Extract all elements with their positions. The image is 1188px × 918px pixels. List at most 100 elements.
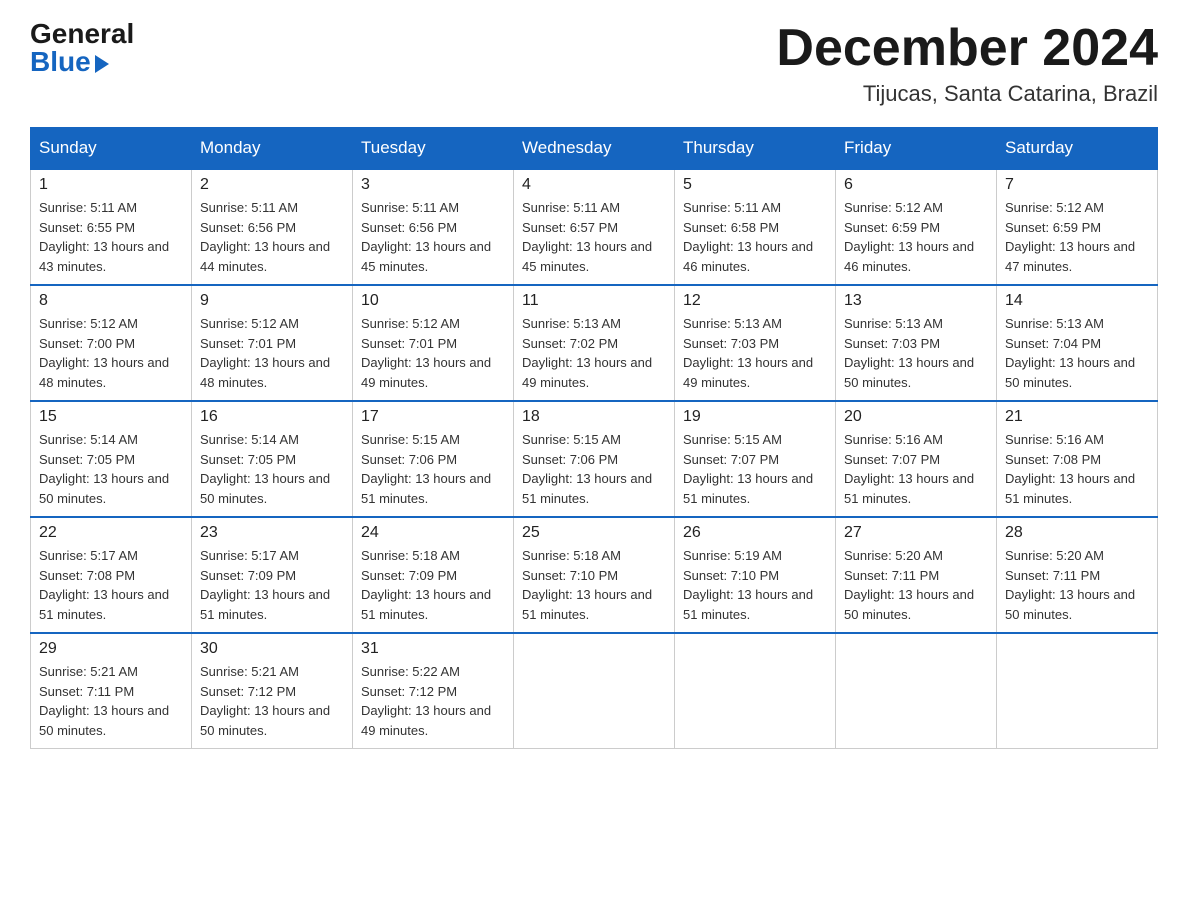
day-number: 22 [39, 524, 183, 542]
day-cell [675, 633, 836, 749]
logo-blue-text: Blue [30, 48, 109, 76]
day-info: Sunrise: 5:11 AMSunset: 6:55 PMDaylight:… [39, 198, 183, 276]
day-number: 13 [844, 292, 988, 310]
day-number: 26 [683, 524, 827, 542]
day-cell: 2 Sunrise: 5:11 AMSunset: 6:56 PMDaylight… [192, 169, 353, 285]
day-number: 20 [844, 408, 988, 426]
day-cell: 14Sunrise: 5:13 AMSunset: 7:04 PMDayligh… [997, 285, 1158, 401]
day-cell: 7 Sunrise: 5:12 AMSunset: 6:59 PMDaylight… [997, 169, 1158, 285]
weekday-header-wednesday: Wednesday [514, 128, 675, 170]
day-info: Sunrise: 5:12 AMSunset: 7:01 PMDaylight:… [361, 314, 505, 392]
day-number: 15 [39, 408, 183, 426]
weekday-header-thursday: Thursday [675, 128, 836, 170]
day-number: 7 [1005, 176, 1149, 194]
day-info: Sunrise: 5:11 AMSunset: 6:57 PMDaylight:… [522, 198, 666, 276]
day-cell: 15 Sunrise: 5:14 AMSunset: 7:05 PMDayligh… [31, 401, 192, 517]
day-info: Sunrise: 5:16 AMSunset: 7:08 PMDaylight:… [1005, 430, 1149, 508]
day-number: 30 [200, 640, 344, 658]
day-number: 18 [522, 408, 666, 426]
day-info: Sunrise: 5:20 AMSunset: 7:11 PMDaylight:… [1005, 546, 1149, 624]
month-title: December 2024 [776, 20, 1158, 77]
day-info: Sunrise: 5:12 AMSunset: 7:01 PMDaylight:… [200, 314, 344, 392]
day-info: Sunrise: 5:19 AMSunset: 7:10 PMDaylight:… [683, 546, 827, 624]
day-number: 9 [200, 292, 344, 310]
day-number: 1 [39, 176, 183, 194]
day-number: 6 [844, 176, 988, 194]
weekday-header-monday: Monday [192, 128, 353, 170]
day-cell: 28 Sunrise: 5:20 AMSunset: 7:11 PMDayligh… [997, 517, 1158, 633]
day-cell: 12 Sunrise: 5:13 AMSunset: 7:03 PMDayligh… [675, 285, 836, 401]
day-cell [997, 633, 1158, 749]
day-info: Sunrise: 5:22 AMSunset: 7:12 PMDaylight:… [361, 662, 505, 740]
day-number: 14 [1005, 292, 1149, 310]
day-cell: 4Sunrise: 5:11 AMSunset: 6:57 PMDaylight… [514, 169, 675, 285]
day-cell: 24 Sunrise: 5:18 AMSunset: 7:09 PMDayligh… [353, 517, 514, 633]
day-cell [514, 633, 675, 749]
day-number: 25 [522, 524, 666, 542]
day-info: Sunrise: 5:21 AMSunset: 7:11 PMDaylight:… [39, 662, 183, 740]
logo: General Blue [30, 20, 134, 76]
day-info: Sunrise: 5:15 AMSunset: 7:07 PMDaylight:… [683, 430, 827, 508]
day-cell: 20Sunrise: 5:16 AMSunset: 7:07 PMDayligh… [836, 401, 997, 517]
day-cell: 23Sunrise: 5:17 AMSunset: 7:09 PMDayligh… [192, 517, 353, 633]
day-info: Sunrise: 5:14 AMSunset: 7:05 PMDaylight:… [200, 430, 344, 508]
day-number: 11 [522, 292, 666, 310]
logo-arrow-icon [95, 55, 109, 73]
day-number: 16 [200, 408, 344, 426]
day-cell: 26 Sunrise: 5:19 AMSunset: 7:10 PMDayligh… [675, 517, 836, 633]
day-cell: 1 Sunrise: 5:11 AMSunset: 6:55 PMDaylight… [31, 169, 192, 285]
day-cell: 13 Sunrise: 5:13 AMSunset: 7:03 PMDayligh… [836, 285, 997, 401]
day-info: Sunrise: 5:13 AMSunset: 7:03 PMDaylight:… [683, 314, 827, 392]
day-cell: 30 Sunrise: 5:21 AMSunset: 7:12 PMDayligh… [192, 633, 353, 749]
day-info: Sunrise: 5:14 AMSunset: 7:05 PMDaylight:… [39, 430, 183, 508]
day-number: 28 [1005, 524, 1149, 542]
day-number: 31 [361, 640, 505, 658]
day-cell: 18 Sunrise: 5:15 AMSunset: 7:06 PMDayligh… [514, 401, 675, 517]
day-info: Sunrise: 5:21 AMSunset: 7:12 PMDaylight:… [200, 662, 344, 740]
day-cell: 3 Sunrise: 5:11 AMSunset: 6:56 PMDaylight… [353, 169, 514, 285]
day-info: Sunrise: 5:11 AMSunset: 6:56 PMDaylight:… [200, 198, 344, 276]
title-area: December 2024 Tijucas, Santa Catarina, B… [776, 20, 1158, 107]
week-row-5: 29Sunrise: 5:21 AMSunset: 7:11 PMDayligh… [31, 633, 1158, 749]
week-row-2: 8Sunrise: 5:12 AMSunset: 7:00 PMDaylight… [31, 285, 1158, 401]
day-cell: 6 Sunrise: 5:12 AMSunset: 6:59 PMDaylight… [836, 169, 997, 285]
logo-general-text: General [30, 20, 134, 48]
day-info: Sunrise: 5:17 AMSunset: 7:08 PMDaylight:… [39, 546, 183, 624]
day-info: Sunrise: 5:12 AMSunset: 6:59 PMDaylight:… [1005, 198, 1149, 276]
day-cell: 22 Sunrise: 5:17 AMSunset: 7:08 PMDayligh… [31, 517, 192, 633]
day-info: Sunrise: 5:15 AMSunset: 7:06 PMDaylight:… [361, 430, 505, 508]
day-info: Sunrise: 5:11 AMSunset: 6:58 PMDaylight:… [683, 198, 827, 276]
week-row-1: 1 Sunrise: 5:11 AMSunset: 6:55 PMDaylight… [31, 169, 1158, 285]
weekday-header-row: SundayMondayTuesdayWednesdayThursdayFrid… [31, 128, 1158, 170]
day-cell: 17Sunrise: 5:15 AMSunset: 7:06 PMDayligh… [353, 401, 514, 517]
day-cell: 25 Sunrise: 5:18 AMSunset: 7:10 PMDayligh… [514, 517, 675, 633]
day-number: 19 [683, 408, 827, 426]
day-number: 27 [844, 524, 988, 542]
day-cell: 10 Sunrise: 5:12 AMSunset: 7:01 PMDayligh… [353, 285, 514, 401]
day-cell [836, 633, 997, 749]
day-number: 2 [200, 176, 344, 194]
weekday-header-saturday: Saturday [997, 128, 1158, 170]
day-cell: 29Sunrise: 5:21 AMSunset: 7:11 PMDayligh… [31, 633, 192, 749]
day-number: 3 [361, 176, 505, 194]
day-cell: 31 Sunrise: 5:22 AMSunset: 7:12 PMDayligh… [353, 633, 514, 749]
day-cell: 16 Sunrise: 5:14 AMSunset: 7:05 PMDayligh… [192, 401, 353, 517]
header: General Blue December 2024 Tijucas, Sant… [30, 20, 1158, 107]
day-info: Sunrise: 5:13 AMSunset: 7:03 PMDaylight:… [844, 314, 988, 392]
day-cell: 27Sunrise: 5:20 AMSunset: 7:11 PMDayligh… [836, 517, 997, 633]
day-number: 24 [361, 524, 505, 542]
day-info: Sunrise: 5:18 AMSunset: 7:10 PMDaylight:… [522, 546, 666, 624]
day-info: Sunrise: 5:15 AMSunset: 7:06 PMDaylight:… [522, 430, 666, 508]
day-cell: 8Sunrise: 5:12 AMSunset: 7:00 PMDaylight… [31, 285, 192, 401]
day-number: 5 [683, 176, 827, 194]
day-info: Sunrise: 5:12 AMSunset: 6:59 PMDaylight:… [844, 198, 988, 276]
day-info: Sunrise: 5:17 AMSunset: 7:09 PMDaylight:… [200, 546, 344, 624]
day-cell: 5 Sunrise: 5:11 AMSunset: 6:58 PMDaylight… [675, 169, 836, 285]
day-cell: 9 Sunrise: 5:12 AMSunset: 7:01 PMDaylight… [192, 285, 353, 401]
day-number: 12 [683, 292, 827, 310]
day-number: 8 [39, 292, 183, 310]
day-info: Sunrise: 5:18 AMSunset: 7:09 PMDaylight:… [361, 546, 505, 624]
location-title: Tijucas, Santa Catarina, Brazil [776, 81, 1158, 107]
day-info: Sunrise: 5:11 AMSunset: 6:56 PMDaylight:… [361, 198, 505, 276]
day-number: 10 [361, 292, 505, 310]
